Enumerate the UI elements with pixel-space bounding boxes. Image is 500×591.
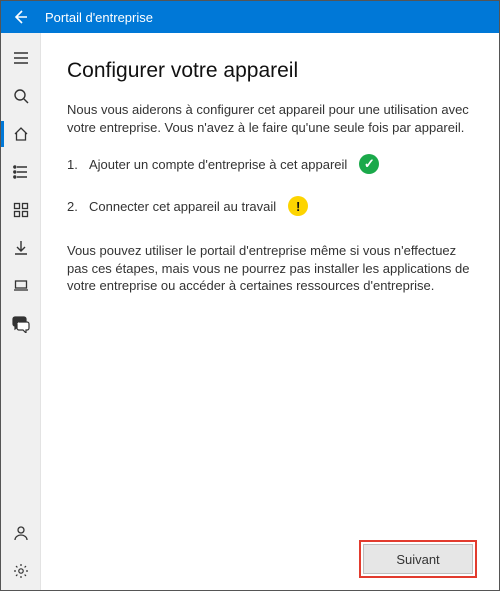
sidebar-download[interactable]: [1, 229, 41, 267]
step-number: 1.: [67, 157, 81, 172]
sidebar-person[interactable]: [1, 514, 41, 552]
back-arrow-icon: [13, 9, 29, 25]
titlebar: Portail d'entreprise: [1, 1, 499, 33]
note-text: Vous pouvez utiliser le portail d'entrep…: [67, 242, 473, 295]
step-row: 2. Connecter cet appareil au travail: [67, 196, 473, 216]
chat-icon: [12, 315, 30, 333]
sidebar-list[interactable]: [1, 153, 41, 191]
sidebar-hamburger[interactable]: [1, 39, 41, 77]
sidebar-search[interactable]: [1, 77, 41, 115]
sidebar-home[interactable]: [1, 115, 41, 153]
back-button[interactable]: [1, 9, 41, 25]
download-icon: [13, 240, 29, 256]
step-number: 2.: [67, 199, 81, 214]
app-title: Portail d'entreprise: [41, 10, 153, 25]
laptop-icon: [13, 278, 29, 294]
next-button[interactable]: Suivant: [363, 544, 473, 574]
gear-icon: [13, 563, 29, 579]
list-icon: [13, 164, 29, 180]
person-icon: [13, 525, 29, 541]
setup-steps: 1. Ajouter un compte d'entreprise à cet …: [67, 154, 473, 238]
grid-icon: [13, 202, 29, 218]
sidebar: [1, 33, 41, 590]
sidebar-laptop[interactable]: [1, 267, 41, 305]
intro-text: Nous vous aiderons à configurer cet appa…: [67, 101, 473, 136]
step-row: 1. Ajouter un compte d'entreprise à cet …: [67, 154, 473, 174]
hamburger-icon: [13, 50, 29, 66]
search-icon: [13, 88, 29, 104]
sidebar-chat[interactable]: [1, 305, 41, 343]
footer: Suivant: [67, 534, 473, 574]
step-text: Connecter cet appareil au travail: [89, 199, 276, 214]
content-pane: Configurer votre appareil Nous vous aide…: [41, 33, 499, 590]
status-warning-icon: [288, 196, 308, 216]
status-done-icon: [359, 154, 379, 174]
sidebar-settings[interactable]: [1, 552, 41, 590]
home-icon: [13, 126, 29, 142]
page-title: Configurer votre appareil: [67, 59, 473, 83]
step-text: Ajouter un compte d'entreprise à cet app…: [89, 157, 347, 172]
sidebar-grid[interactable]: [1, 191, 41, 229]
